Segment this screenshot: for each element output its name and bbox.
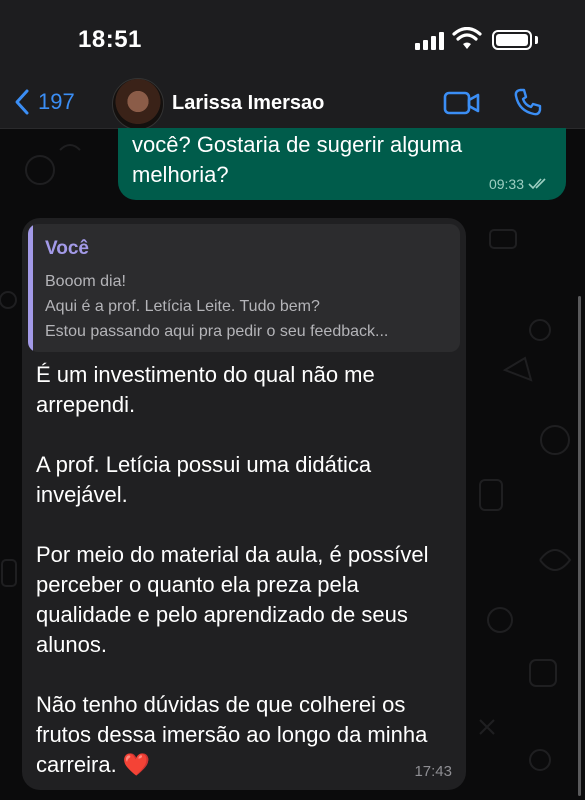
message-paragraph: É um investimento do qual não me arrepen…: [36, 362, 375, 417]
wifi-icon: [452, 27, 482, 49]
chat-header: 197 Larissa Imersao: [0, 78, 585, 130]
message-paragraph: Por meio do material da aula, é possível…: [36, 542, 429, 657]
incoming-message[interactable]: Você Booom dia! Aqui é a prof. Letícia L…: [22, 218, 466, 790]
message-paragraph: A prof. Letícia possui uma didática inve…: [36, 452, 372, 507]
message-meta: 09:33: [489, 176, 550, 192]
scrollbar[interactable]: [578, 296, 581, 796]
video-camera-icon[interactable]: [443, 89, 481, 117]
quote-line: Aqui é a prof. Letícia Leite. Tudo bem?: [45, 298, 320, 315]
quote-line: Estou passando aqui pra pedir o seu feed…: [45, 323, 389, 340]
message-paragraph: Não tenho dúvidas de que colherei os fru…: [36, 692, 428, 777]
outgoing-message[interactable]: você? Gostaria de sugerir alguma melhori…: [118, 128, 566, 200]
status-bar: 18:51: [0, 0, 585, 80]
read-receipt-icon: [528, 178, 546, 190]
phone-icon[interactable]: [513, 87, 543, 117]
message-text: É um investimento do qual não me arrepen…: [36, 360, 456, 780]
battery-cap: [535, 36, 538, 44]
back-button[interactable]: 197: [14, 88, 75, 116]
clock: 18:51: [78, 26, 142, 53]
cellular-signal-icon: [415, 32, 444, 50]
message-time: 17:43: [414, 763, 452, 780]
battery-icon: [492, 30, 532, 50]
message-line: você? Gostaria de sugerir alguma: [132, 132, 463, 157]
quoted-message[interactable]: Você Booom dia! Aqui é a prof. Letícia L…: [28, 224, 460, 352]
unread-count: 197: [38, 89, 75, 114]
contact-name[interactable]: Larissa Imersao: [172, 92, 324, 115]
quote-accent-bar: [28, 224, 33, 352]
chevron-left-icon: [15, 89, 29, 115]
avatar[interactable]: [112, 78, 164, 130]
quote-author: Você: [45, 238, 90, 259]
message-time: 09:33: [488, 176, 524, 192]
heart-emoji: ❤️: [122, 752, 151, 777]
quote-line: Booom dia!: [45, 273, 126, 290]
